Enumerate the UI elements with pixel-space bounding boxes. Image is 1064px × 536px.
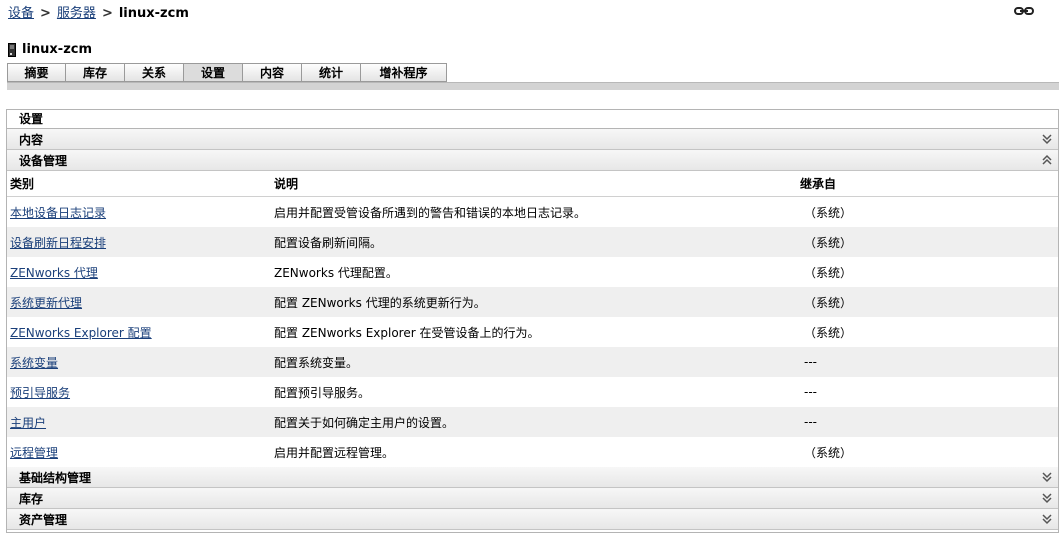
description-cell: 配置 ZENworks Explorer 在受管设备上的行为。 (274, 325, 540, 340)
tab-bar-underline (7, 82, 1059, 90)
tab-2[interactable]: 关系 (124, 63, 183, 82)
category-link[interactable]: 预引导服务 (10, 386, 70, 400)
section-title: 库存 (19, 491, 44, 506)
expand-icon[interactable] (1040, 512, 1054, 526)
category-link[interactable]: 远程管理 (10, 446, 58, 460)
table-row: 系统更新代理 配置 ZENworks 代理的系统更新行为。 （系统） (7, 287, 1058, 317)
panel-title: 设置 (7, 110, 1058, 129)
column-header-inherited: 继承自 (800, 177, 837, 191)
inherited-cell: （系统） (804, 295, 853, 310)
collapse-icon[interactable] (1040, 153, 1054, 167)
inherited-cell: --- (804, 355, 817, 369)
breadcrumb: 设备 > 服务器 > linux-zcm (8, 2, 189, 21)
inherited-cell: （系统） (804, 445, 853, 460)
category-link[interactable]: 设备刷新日程安排 (10, 236, 106, 250)
table-row: 设备刷新日程安排 配置设备刷新间隔。 （系统） (7, 227, 1058, 257)
tab-6[interactable]: 增补程序 (360, 63, 447, 82)
settings-table: 本地设备日志记录 启用并配置受管设备所遇到的警告和错误的本地日志记录。 （系统） 设备… (7, 197, 1058, 467)
inherited-cell: --- (804, 415, 817, 429)
category-cell: 本地设备日志记录 (7, 204, 271, 221)
section-asset-management[interactable]: 资产管理 (7, 509, 1058, 530)
category-link[interactable]: 系统变量 (10, 356, 58, 370)
category-link[interactable]: 本地设备日志记录 (10, 206, 106, 220)
category-cell: ZENworks 代理 (7, 264, 271, 281)
category-link[interactable]: ZENworks Explorer 配置 (10, 326, 152, 340)
inherited-cell: --- (804, 385, 817, 399)
server-icon (8, 42, 16, 57)
breadcrumb-separator: > (40, 6, 51, 21)
category-cell: 系统变量 (7, 354, 271, 371)
settings-panel: 设置 内容 设备管理 类别 说明 继承自 本地设备日志记录 启用并配置受管设备所遇… (6, 109, 1059, 533)
section-infrastructure[interactable]: 基础结构管理 (7, 467, 1058, 488)
expand-icon[interactable] (1040, 491, 1054, 505)
link-icon[interactable] (1014, 6, 1034, 16)
category-cell: 预引导服务 (7, 384, 271, 401)
table-row: ZENworks Explorer 配置 配置 ZENworks Explorer… (7, 317, 1058, 347)
category-link[interactable]: ZENworks 代理 (10, 266, 98, 280)
column-header-category: 类别 (10, 177, 35, 191)
section-inventory[interactable]: 库存 (7, 488, 1058, 509)
category-cell: 主用户 (7, 414, 271, 431)
section-content[interactable]: 内容 (7, 129, 1058, 150)
table-header: 类别 说明 继承自 (7, 171, 1058, 197)
tab-bar: 摘要 库存 关系 设置 内容 统计 增补程序 (7, 63, 447, 82)
description-cell: 启用并配置远程管理。 (274, 445, 395, 460)
inherited-cell: （系统） (804, 325, 853, 340)
category-cell: 设备刷新日程安排 (7, 234, 271, 251)
section-title: 内容 (19, 132, 44, 147)
description-cell: 配置系统变量。 (274, 355, 359, 370)
table-row: 主用户 配置关于如何确定主用户的设置。 --- (7, 407, 1058, 437)
breadcrumb-link-servers[interactable]: 服务器 (57, 6, 96, 21)
description-cell: 配置 ZENworks 代理的系统更新行为。 (274, 295, 486, 310)
tab-1[interactable]: 库存 (65, 63, 124, 82)
tab-4[interactable]: 内容 (242, 63, 301, 82)
section-title: 基础结构管理 (19, 470, 92, 485)
category-cell: 系统更新代理 (7, 294, 271, 311)
description-cell: 配置设备刷新间隔。 (274, 235, 383, 250)
device-name: linux-zcm (22, 42, 93, 57)
section-device-management[interactable]: 设备管理 (7, 150, 1058, 171)
inherited-cell: （系统） (804, 265, 853, 280)
inherited-cell: （系统） (804, 235, 853, 250)
column-header-description: 说明 (274, 177, 299, 191)
category-cell: ZENworks Explorer 配置 (7, 324, 271, 341)
table-row: ZENworks 代理 ZENworks 代理配置。 （系统） (7, 257, 1058, 287)
tab-0[interactable]: 摘要 (7, 63, 65, 82)
breadcrumb-link-devices[interactable]: 设备 (8, 6, 34, 21)
expand-icon[interactable] (1040, 470, 1054, 484)
breadcrumb-separator: > (101, 6, 113, 21)
category-link[interactable]: 系统更新代理 (10, 296, 82, 310)
category-link[interactable]: 主用户 (10, 416, 46, 430)
tab-5[interactable]: 统计 (301, 63, 360, 82)
tab-3[interactable]: 设置 (183, 63, 242, 82)
inherited-cell: （系统） (804, 205, 853, 220)
page-title: linux-zcm (8, 42, 92, 57)
category-cell: 远程管理 (7, 444, 271, 461)
description-cell: ZENworks 代理配置。 (274, 265, 398, 280)
table-row: 系统变量 配置系统变量。 --- (7, 347, 1058, 377)
expand-icon[interactable] (1040, 132, 1054, 146)
table-row: 远程管理 启用并配置远程管理。 （系统） (7, 437, 1058, 467)
description-cell: 配置关于如何确定主用户的设置。 (274, 415, 455, 430)
description-cell: 启用并配置受管设备所遇到的警告和错误的本地日志记录。 (274, 205, 587, 220)
table-row: 本地设备日志记录 启用并配置受管设备所遇到的警告和错误的本地日志记录。 （系统） (7, 197, 1058, 227)
description-cell: 配置预引导服务。 (274, 385, 371, 400)
section-title: 设备管理 (19, 153, 68, 168)
section-title: 资产管理 (19, 512, 68, 527)
breadcrumb-current: linux-zcm (118, 6, 189, 21)
table-row: 预引导服务 配置预引导服务。 --- (7, 377, 1058, 407)
